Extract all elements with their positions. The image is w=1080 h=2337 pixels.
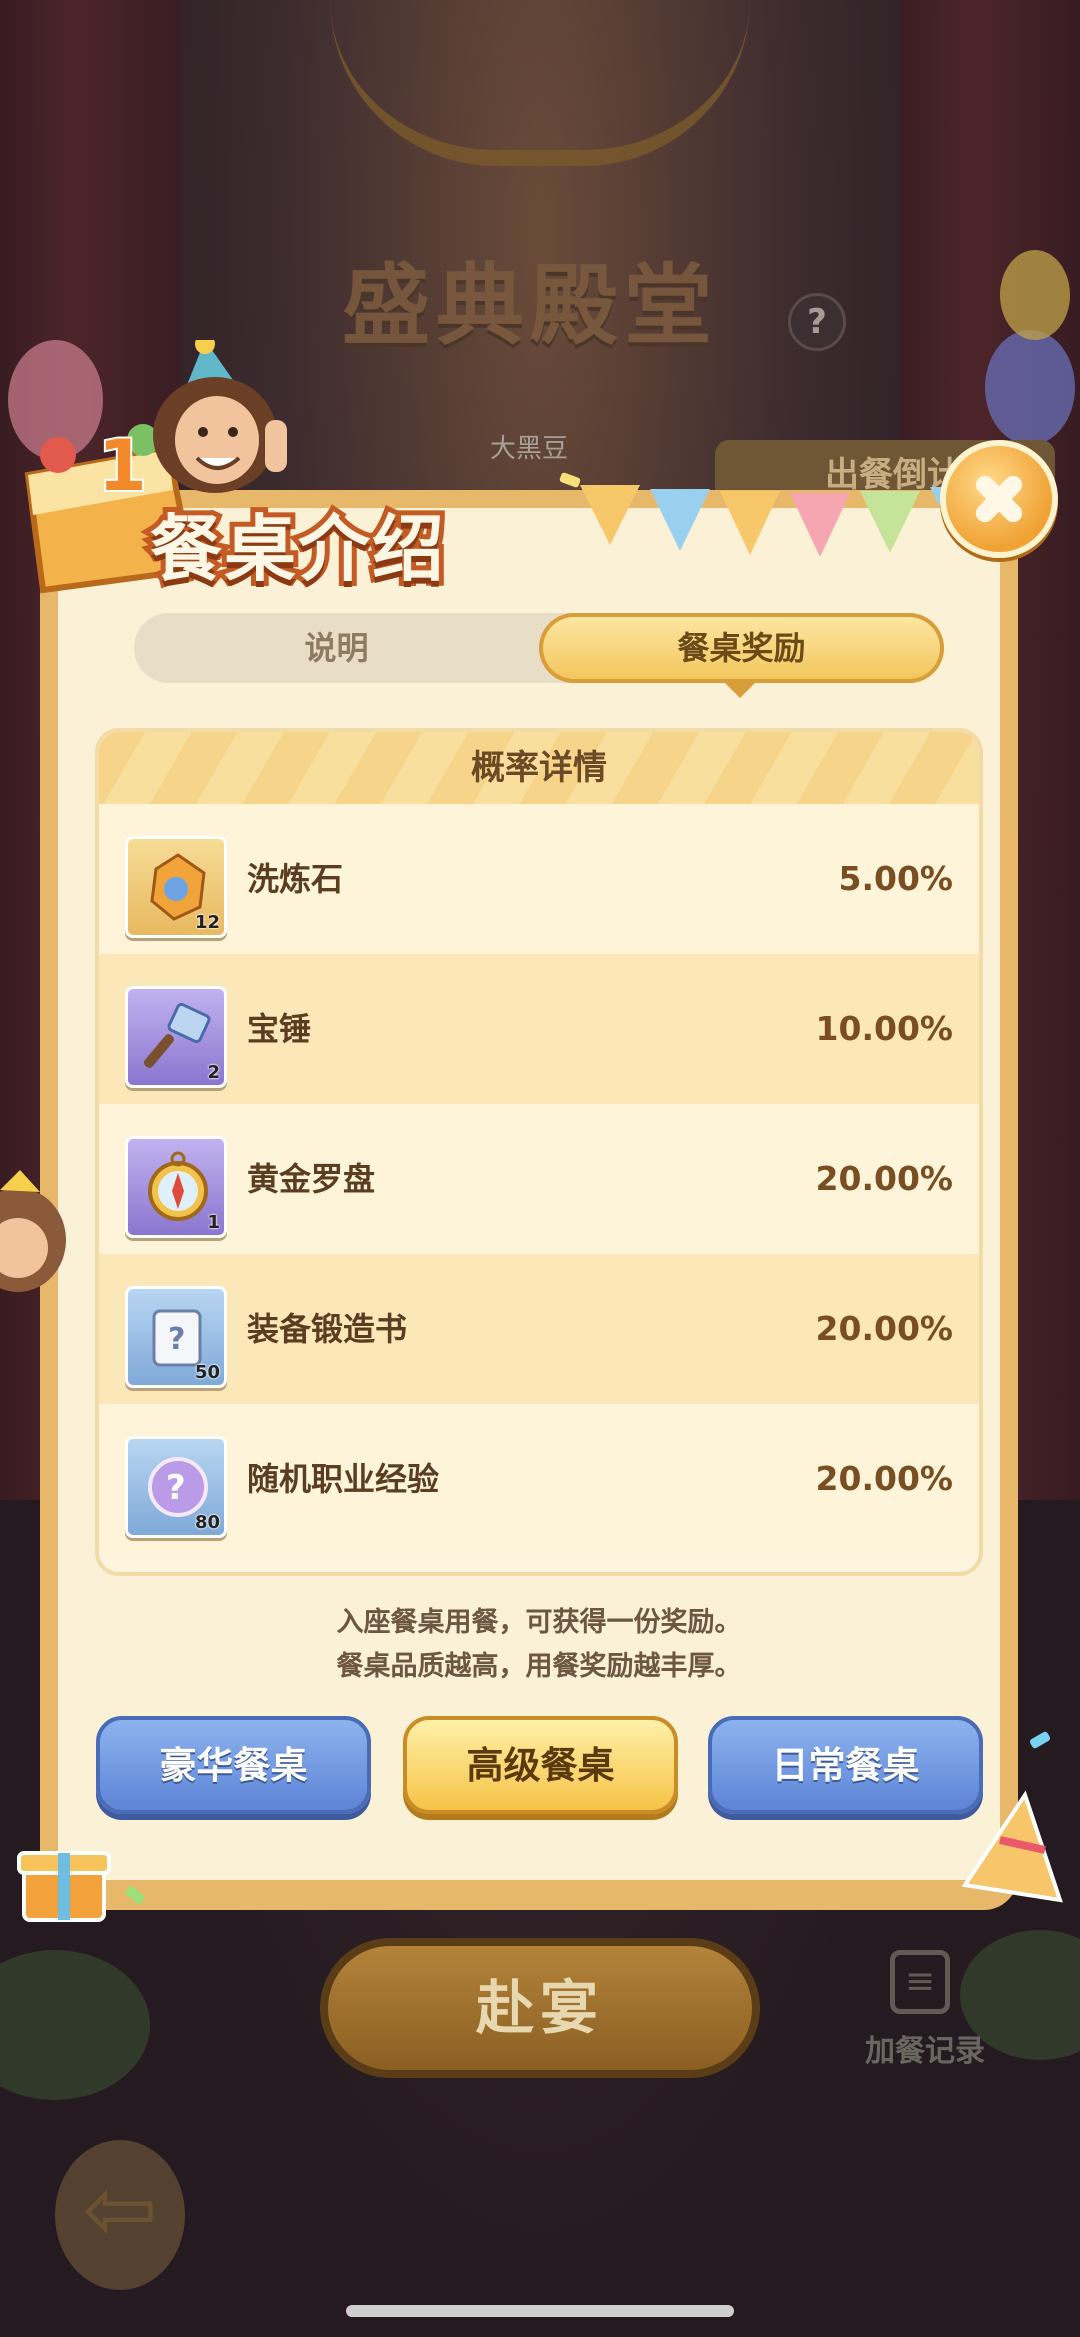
svg-text:?: ? xyxy=(166,1468,186,1508)
tab-pointer xyxy=(722,680,758,698)
gift-box-icon xyxy=(17,1851,111,1922)
balloon xyxy=(1000,250,1070,340)
item-name: 黄金罗盘 xyxy=(247,1160,376,1198)
tab-bar: 说明 餐桌奖励 xyxy=(134,613,944,683)
hall-title: 盛典殿堂 xyxy=(341,254,718,357)
probability-card: 概率详情 12 洗炼石 5.00% 2 宝锤 10.00% 1 黄金罗盘 20.… xyxy=(95,728,983,1576)
list-item: ? 50 装备锻造书 20.00% xyxy=(99,1254,979,1404)
user-name: 大黑豆 xyxy=(490,434,569,464)
item-count: 2 xyxy=(207,1062,220,1083)
extra-record-label[interactable]: 加餐记录 xyxy=(865,2026,985,2070)
luxury-table-button[interactable]: 豪华餐桌 xyxy=(96,1716,371,1814)
list-item: 2 宝锤 10.00% xyxy=(99,954,979,1104)
modal-title: 餐桌介绍 xyxy=(145,502,449,596)
help-icon[interactable]: ? xyxy=(788,293,846,351)
item-count: 50 xyxy=(194,1362,220,1383)
svg-text:?: ? xyxy=(168,1322,185,1357)
item-probability: 20.00% xyxy=(815,1159,953,1198)
item-probability: 5.00% xyxy=(838,859,954,898)
scroll-icon[interactable]: ? 50 xyxy=(125,1286,227,1388)
premium-table-button[interactable]: 高级餐桌 xyxy=(403,1716,678,1814)
party-hat-icon xyxy=(961,1790,1063,1903)
item-probability: 20.00% xyxy=(815,1459,953,1498)
item-probability: 10.00% xyxy=(815,1009,953,1048)
item-count: 12 xyxy=(194,912,220,933)
balloon xyxy=(985,330,1075,445)
close-icon[interactable] xyxy=(940,440,1058,558)
feast-button[interactable]: 赴宴 xyxy=(320,1938,760,2078)
item-name: 装备锻造书 xyxy=(247,1310,408,1348)
list-item: ? 80 随机职业经验 20.00% xyxy=(99,1404,979,1554)
clipboard-icon[interactable]: ≡ xyxy=(890,1950,950,2014)
reward-note-1: 入座餐桌用餐，可获得一份奖励。 xyxy=(336,1607,742,1638)
compass-icon[interactable]: 1 xyxy=(125,1136,227,1238)
bunting-decoration xyxy=(580,485,990,557)
tab-table-rewards[interactable]: 餐桌奖励 xyxy=(539,613,944,683)
hammer-icon[interactable]: 2 xyxy=(125,986,227,1088)
mascot-avatar xyxy=(153,340,287,493)
home-indicator[interactable] xyxy=(346,2305,734,2317)
item-name: 随机职业经验 xyxy=(247,1460,440,1498)
probability-header: 概率详情 xyxy=(99,732,979,804)
refine-stone-icon[interactable]: 12 xyxy=(125,836,227,938)
item-name: 洗炼石 xyxy=(247,860,344,898)
list-item: 1 黄金罗盘 20.00% xyxy=(99,1104,979,1254)
list-item: 12 洗炼石 5.00% xyxy=(99,804,979,954)
item-count: 1 xyxy=(207,1212,220,1233)
item-name: 宝锤 xyxy=(247,1010,312,1048)
side-character-avatar xyxy=(0,1170,66,1292)
item-probability: 20.00% xyxy=(815,1309,953,1348)
arrow-left-icon[interactable]: ⇦ xyxy=(55,2140,185,2290)
question-orb-icon[interactable]: ? 80 xyxy=(125,1436,227,1538)
daily-table-button[interactable]: 日常餐桌 xyxy=(708,1716,983,1814)
tab-description[interactable]: 说明 xyxy=(134,613,539,683)
reward-note-2: 餐桌品质越高，用餐奖励越丰厚。 xyxy=(336,1651,742,1682)
item-count: 80 xyxy=(194,1512,220,1533)
